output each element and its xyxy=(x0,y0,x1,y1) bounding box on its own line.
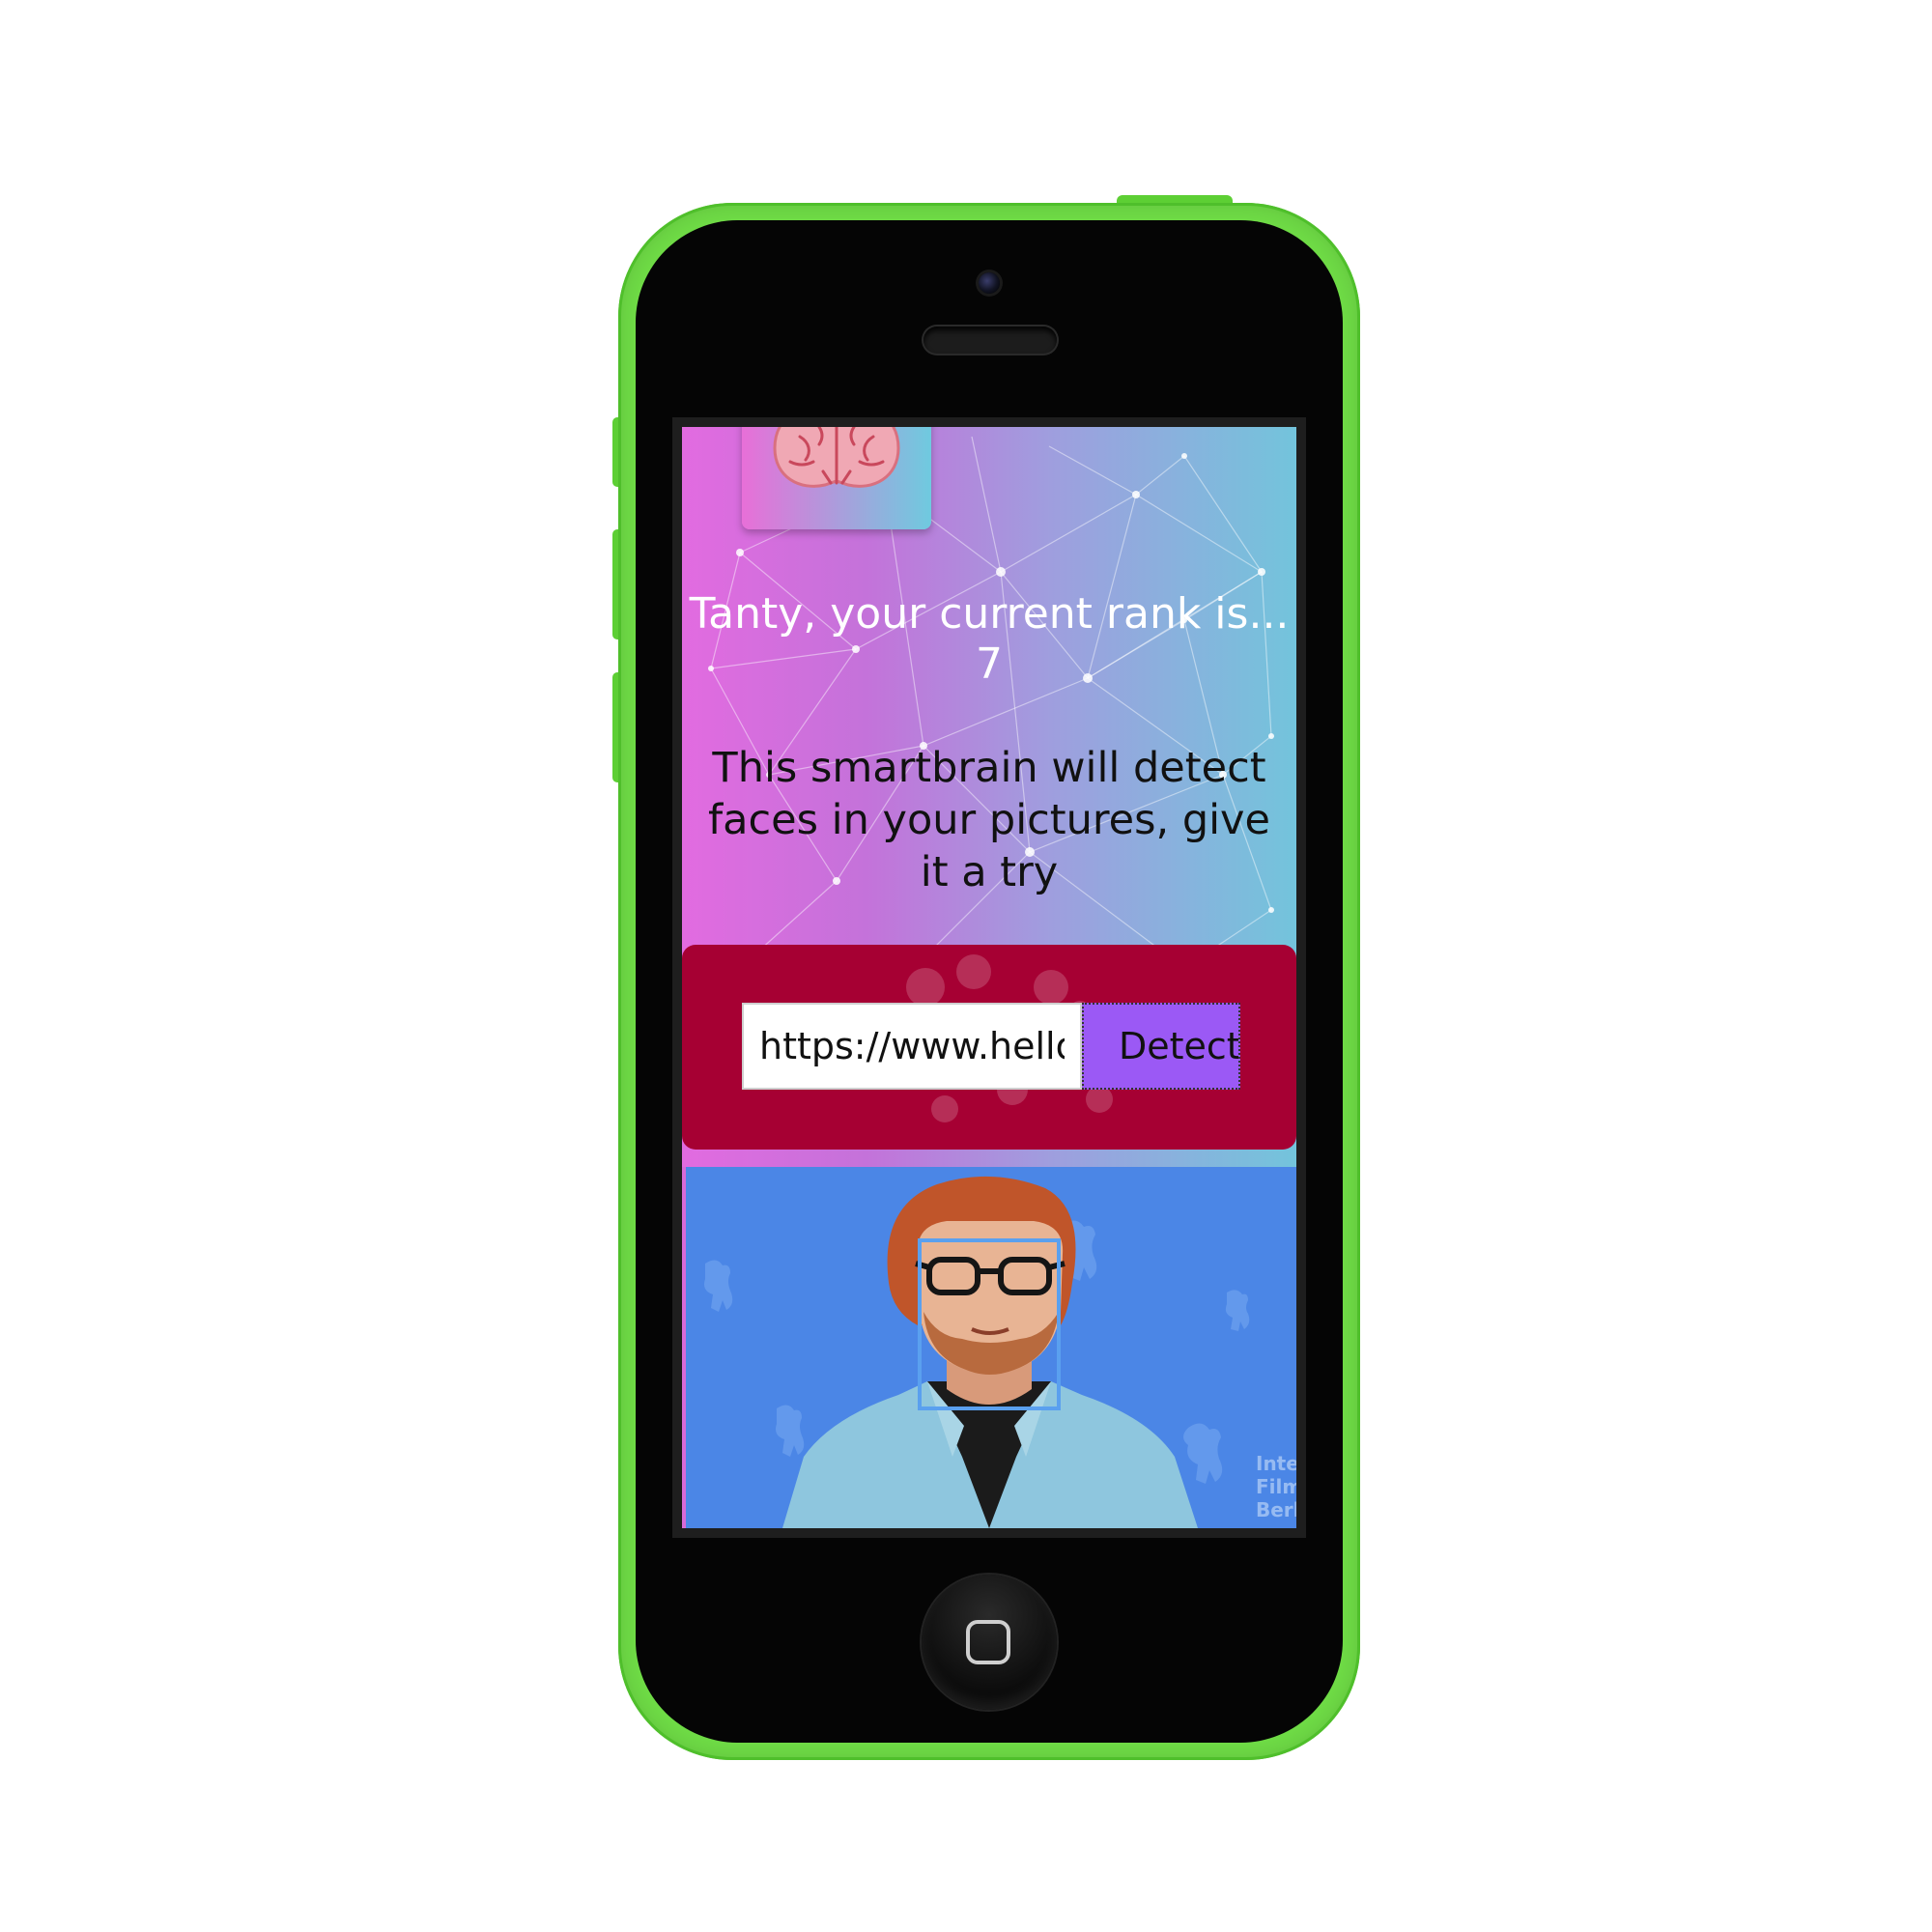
detected-face-photo: Inte Film Berl xyxy=(686,1167,1296,1528)
image-link-form: Detect xyxy=(682,945,1296,1150)
rank-text: Tanty, your current rank is... xyxy=(689,589,1290,639)
phone-mockup: Tanty, your current rank is... 7 This sm… xyxy=(0,0,1932,1932)
rank-value: 7 xyxy=(976,639,1003,689)
face-bounding-box xyxy=(918,1238,1061,1410)
svg-text:Film: Film xyxy=(1256,1475,1296,1498)
svg-text:Berl: Berl xyxy=(1256,1498,1296,1521)
speaker-grille xyxy=(923,327,1057,354)
app-logo[interactable] xyxy=(742,427,931,529)
intro-text: This smartbrain will detect faces in you… xyxy=(708,744,1270,896)
image-url-input[interactable] xyxy=(742,1003,1082,1090)
detect-button[interactable]: Detect xyxy=(1082,1003,1240,1090)
camera-icon xyxy=(979,272,1000,294)
input-row: Detect xyxy=(742,1003,1240,1090)
svg-text:Inte: Inte xyxy=(1256,1452,1296,1475)
home-square-icon xyxy=(966,1620,1010,1664)
app-screen: Tanty, your current rank is... 7 This sm… xyxy=(672,417,1306,1538)
brain-icon xyxy=(773,427,900,488)
